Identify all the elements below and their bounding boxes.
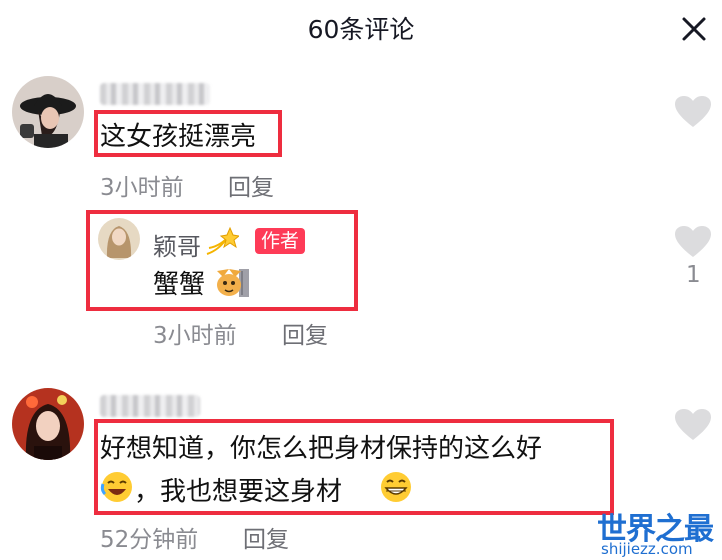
laughing-emoji bbox=[100, 472, 132, 502]
avatar[interactable] bbox=[98, 218, 140, 260]
reply-button[interactable]: 回复 bbox=[282, 316, 328, 350]
watermark-url: shijiezz.com bbox=[601, 540, 693, 558]
username-blurred[interactable] bbox=[100, 83, 210, 105]
close-icon[interactable] bbox=[677, 12, 711, 46]
like-count: 1 bbox=[686, 262, 701, 288]
reply-button[interactable]: 回复 bbox=[228, 168, 274, 202]
reply-text: 蟹蟹 bbox=[153, 270, 206, 300]
comment-text-line2: ，我也想要这身材 bbox=[134, 477, 343, 507]
comment-text-line1: 好想知道，你怎么把身材保持的这么好 bbox=[100, 434, 543, 464]
username-blurred[interactable] bbox=[100, 395, 200, 417]
comments-count-title: 60条评论 bbox=[307, 15, 415, 44]
heart-icon[interactable] bbox=[674, 95, 712, 129]
avatar[interactable] bbox=[12, 76, 84, 148]
star-emoji bbox=[206, 226, 239, 255]
comment-time: 52分钟前 bbox=[100, 527, 199, 553]
author-badge: 作者 bbox=[255, 228, 306, 254]
avatar[interactable] bbox=[12, 388, 84, 460]
heart-icon[interactable] bbox=[674, 408, 712, 442]
reply-time: 3小时前 bbox=[153, 323, 237, 349]
heart-icon[interactable] bbox=[674, 225, 712, 259]
comment-text: 这女孩挺漂亮 bbox=[100, 122, 257, 152]
grinning-emoji bbox=[381, 472, 411, 502]
comment-time: 3小时前 bbox=[100, 175, 184, 201]
cat-emoji bbox=[217, 269, 249, 297]
reply-button[interactable]: 回复 bbox=[243, 520, 289, 554]
reply-username[interactable]: 颖哥 bbox=[153, 227, 201, 262]
